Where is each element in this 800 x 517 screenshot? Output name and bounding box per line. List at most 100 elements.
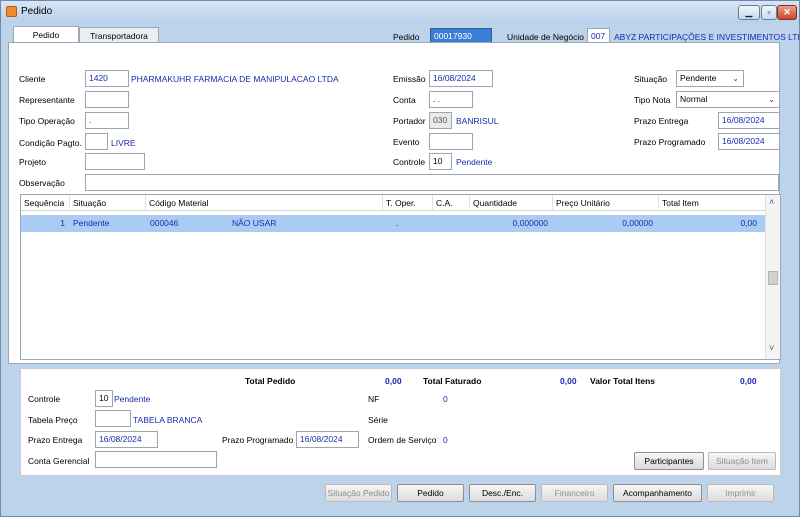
table-row[interactable]: 1 Pendente 000046 NÃO USAR . 0,000000 0,… (21, 215, 766, 232)
ordem-servico-value: 0 (443, 435, 448, 445)
projeto-label: Projeto (19, 157, 46, 167)
total-pedido-value: 0,00 (385, 376, 402, 386)
cell-sequencia: 1 (60, 218, 65, 228)
column-header[interactable]: Quantidade (470, 195, 553, 211)
total-faturado-label: Total Faturado (423, 376, 482, 386)
ordem-servico-label: Ordem de Serviço (368, 435, 437, 445)
projeto-field[interactable] (85, 153, 145, 170)
summary-prazo-entrega-field[interactable]: 16/08/2024 (95, 431, 158, 448)
imprimir-button[interactable]: Imprimir (707, 484, 774, 502)
conta-gerencial-field[interactable] (95, 451, 217, 468)
tipo-operacao-label: Tipo Operação (19, 116, 75, 126)
cell-codigo: 000046 (150, 218, 179, 228)
column-header[interactable]: T. Oper. (383, 195, 433, 211)
portador-name: BANRISUL (456, 116, 499, 126)
close-button[interactable]: ✕ (777, 5, 797, 20)
column-header[interactable]: Sequência (21, 195, 70, 211)
cell-toper: . (396, 218, 399, 228)
prazo-programado-field[interactable]: 16/08/2024 (718, 133, 780, 150)
prazo-programado-label: Prazo Programado (634, 137, 706, 147)
cell-situacao: Pendente (73, 218, 110, 228)
condicao-pagto-label: Condição Pagto. (19, 138, 82, 148)
valor-total-itens-label: Valor Total Itens (590, 376, 656, 386)
tipo-nota-label: Tipo Nota (634, 95, 671, 105)
participantes-button[interactable]: Participantes (634, 452, 704, 470)
table-header: Sequência Situação Código Material T. Op… (21, 195, 766, 211)
condicao-pagto-name: LIVRE (111, 138, 136, 148)
controle-status: Pendente (456, 157, 493, 167)
cliente-code-field[interactable]: 1420 (85, 70, 129, 87)
window-title: Pedido (21, 6, 53, 17)
cell-descricao: NÃO USAR (232, 218, 277, 228)
cell-preco: 0,00000 (622, 218, 653, 228)
situacao-pedido-button[interactable]: Situação Pedido (325, 484, 392, 502)
emissao-field[interactable]: 16/08/2024 (429, 70, 493, 87)
observacao-label: Observação (19, 178, 65, 188)
scroll-thumb[interactable] (768, 271, 778, 285)
minimize-button[interactable]: ▁ (738, 5, 760, 20)
summary-controle-status: Pendente (114, 394, 151, 404)
tipo-nota-value: Normal (680, 94, 708, 104)
observacao-field[interactable] (85, 174, 779, 191)
summary-prazo-programado-label: Prazo Programado (222, 435, 294, 445)
tabela-preco-label: Tabela Preço (28, 415, 78, 425)
portador-label: Portador (393, 116, 426, 126)
summary-prazo-entrega-label: Prazo Entrega (28, 435, 83, 445)
tipo-nota-select[interactable]: Normal ⌄ (676, 91, 780, 108)
nf-label: NF (368, 394, 380, 404)
situacao-item-button[interactable]: Situação Item (708, 452, 776, 470)
financeiro-button[interactable]: Financeiro (541, 484, 608, 502)
summary-controle-label: Controle (28, 394, 61, 404)
conta-field[interactable]: . . (429, 91, 473, 108)
nf-value: 0 (443, 394, 448, 404)
chevron-down-icon: ⌄ (768, 95, 775, 104)
situacao-value: Pendente (680, 73, 717, 83)
column-header[interactable]: C.A. (433, 195, 470, 211)
scroll-up-icon[interactable]: ˄ (769, 197, 774, 207)
conta-label: Conta (393, 95, 416, 105)
title-bar: Pedido ▁ ▫ ✕ (1, 1, 799, 23)
pedido-button[interactable]: Pedido (397, 484, 464, 502)
cliente-label: Cliente (19, 74, 46, 84)
condicao-pagto-field[interactable] (85, 133, 108, 150)
cell-quantidade: 0,000000 (512, 218, 548, 228)
total-faturado-value: 0,00 (560, 376, 577, 386)
column-header[interactable]: Total Item (659, 195, 766, 211)
tipo-operacao-field[interactable]: . (85, 112, 129, 129)
situacao-select[interactable]: Pendente ⌄ (676, 70, 744, 87)
items-table: Sequência Situação Código Material T. Op… (20, 194, 781, 360)
summary-prazo-programado-field[interactable]: 16/08/2024 (296, 431, 359, 448)
tabela-preco-field[interactable] (95, 410, 131, 427)
unidade-name: ABYZ PARTICIPAÇÕES E INVESTIMENTOS LTI (614, 32, 800, 42)
scroll-down-icon[interactable]: ˅ (769, 343, 774, 353)
maximize-button[interactable]: ▫ (761, 5, 777, 20)
unidade-label: Unidade de Negócio (507, 32, 585, 42)
cell-ca (433, 215, 436, 232)
tabela-preco-name: TABELA BRANCA (133, 415, 203, 425)
chevron-down-icon: ⌄ (732, 74, 739, 83)
representante-field[interactable] (85, 91, 129, 108)
app-icon (6, 6, 17, 17)
column-header[interactable]: Situação (70, 195, 146, 211)
representante-label: Representante (19, 95, 75, 105)
total-pedido-label: Total Pedido (245, 376, 296, 386)
column-header[interactable]: Preço Unitário (553, 195, 659, 211)
vertical-scrollbar[interactable]: ˄ ˅ (765, 195, 780, 359)
emissao-label: Emissão (393, 74, 426, 84)
situacao-label: Situação (634, 74, 668, 84)
valor-total-itens-value: 0,00 (740, 376, 757, 386)
acompanhamento-button[interactable]: Acompanhamento (613, 484, 702, 502)
column-header[interactable]: Código Material (146, 195, 383, 211)
summary-controle-field[interactable]: 10 (95, 390, 113, 407)
evento-field[interactable] (429, 133, 473, 150)
serie-label: Série (368, 415, 388, 425)
evento-label: Evento (393, 137, 420, 147)
cliente-name: PHARMAKUHR FARMACIA DE MANIPULACAO LTDA (131, 74, 339, 84)
desc-enc-button[interactable]: Desc./Enc. (469, 484, 536, 502)
conta-gerencial-label: Conta Gerencial (28, 456, 90, 466)
controle-field[interactable]: 10 (429, 153, 452, 170)
pedido-label: Pedido (393, 32, 420, 42)
portador-code-field: 030 (429, 112, 452, 129)
cell-total: 0,00 (740, 218, 757, 228)
prazo-entrega-field[interactable]: 16/08/2024 (718, 112, 780, 129)
